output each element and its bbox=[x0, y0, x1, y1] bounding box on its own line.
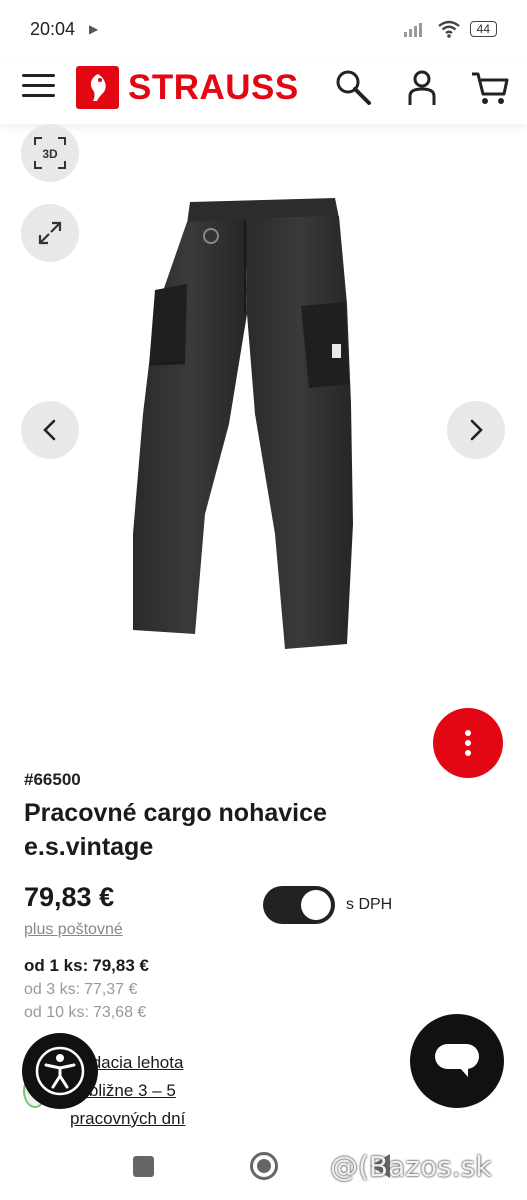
status-time: 20:04 bbox=[30, 18, 76, 39]
recents-button[interactable] bbox=[133, 1156, 154, 1177]
cart-icon[interactable] bbox=[470, 68, 510, 108]
shipping-link[interactable]: plus poštovné bbox=[24, 921, 123, 939]
brand-logo[interactable]: STRAUSS bbox=[76, 66, 299, 109]
vat-toggle[interactable] bbox=[263, 886, 335, 924]
site-header: STRAUSS bbox=[0, 58, 527, 124]
chevron-right-icon bbox=[470, 419, 483, 441]
tier-price: 73,68 € bbox=[92, 1004, 147, 1021]
product-price: 79,83 € bbox=[24, 882, 115, 912]
tier-qty: od 3 ks: bbox=[24, 981, 81, 998]
vat-toggle-label: s DPH bbox=[346, 896, 393, 913]
price-tier: od 3 ks: 77,37 € bbox=[24, 981, 137, 999]
product-gallery: 3D bbox=[0, 124, 527, 704]
chat-icon bbox=[435, 1044, 479, 1077]
accessibility-button[interactable] bbox=[22, 1033, 98, 1109]
delivery-line: Dodacia lehota bbox=[70, 1053, 184, 1072]
chat-button[interactable] bbox=[410, 1014, 504, 1108]
tier-price: 77,37 € bbox=[84, 981, 138, 998]
tier-price: 79,83 € bbox=[92, 956, 149, 975]
fullscreen-button[interactable] bbox=[21, 204, 79, 262]
tier-qty: od 1 ks: bbox=[24, 956, 89, 975]
watermark: @(Bazos.sk bbox=[330, 1150, 492, 1183]
search-icon[interactable] bbox=[334, 68, 374, 108]
next-image-button[interactable] bbox=[447, 401, 505, 459]
3d-icon: 3D bbox=[34, 137, 66, 169]
price-tier: od 1 ks: 79,83 € bbox=[24, 956, 149, 976]
delivery-line: približne 3 – 5 bbox=[70, 1081, 176, 1100]
prev-image-button[interactable] bbox=[21, 401, 79, 459]
view-3d-button[interactable]: 3D bbox=[21, 124, 79, 182]
more-vertical-icon bbox=[465, 730, 471, 756]
toggle-knob bbox=[301, 890, 331, 920]
system-nav-bar: @(Bazos.sk bbox=[0, 1132, 527, 1200]
signal-icon bbox=[403, 23, 422, 37]
product-title: Pracovné cargo nohavice e.s.vintage bbox=[24, 799, 327, 861]
play-icon: ▶ bbox=[89, 22, 99, 36]
product-image bbox=[133, 198, 353, 649]
home-button[interactable] bbox=[250, 1152, 278, 1180]
battery-indicator: 44 bbox=[469, 21, 497, 37]
3d-label: 3D bbox=[42, 147, 58, 161]
tier-qty: od 10 ks: bbox=[24, 1004, 89, 1021]
status-bar: 20:04 ▶ 44 bbox=[0, 0, 527, 58]
delivery-time-link[interactable]: Dodacia lehota približne 3 – 5 pracovnýc… bbox=[70, 1049, 270, 1133]
account-icon[interactable] bbox=[402, 68, 442, 108]
status-indicators: 44 bbox=[403, 20, 497, 38]
expand-icon bbox=[38, 221, 62, 245]
accessibility-icon bbox=[35, 1046, 85, 1096]
wifi-icon bbox=[437, 20, 460, 38]
product-sku: #66500 bbox=[24, 770, 81, 789]
brand-name: STRAUSS bbox=[128, 67, 299, 107]
more-options-button[interactable] bbox=[433, 708, 503, 778]
logo-emblem-icon bbox=[76, 66, 119, 109]
menu-icon[interactable] bbox=[22, 74, 55, 100]
delivery-line: pracovných dní bbox=[70, 1109, 186, 1128]
chevron-left-icon bbox=[43, 419, 56, 441]
price-tier: od 10 ks: 73,68 € bbox=[24, 1004, 146, 1022]
